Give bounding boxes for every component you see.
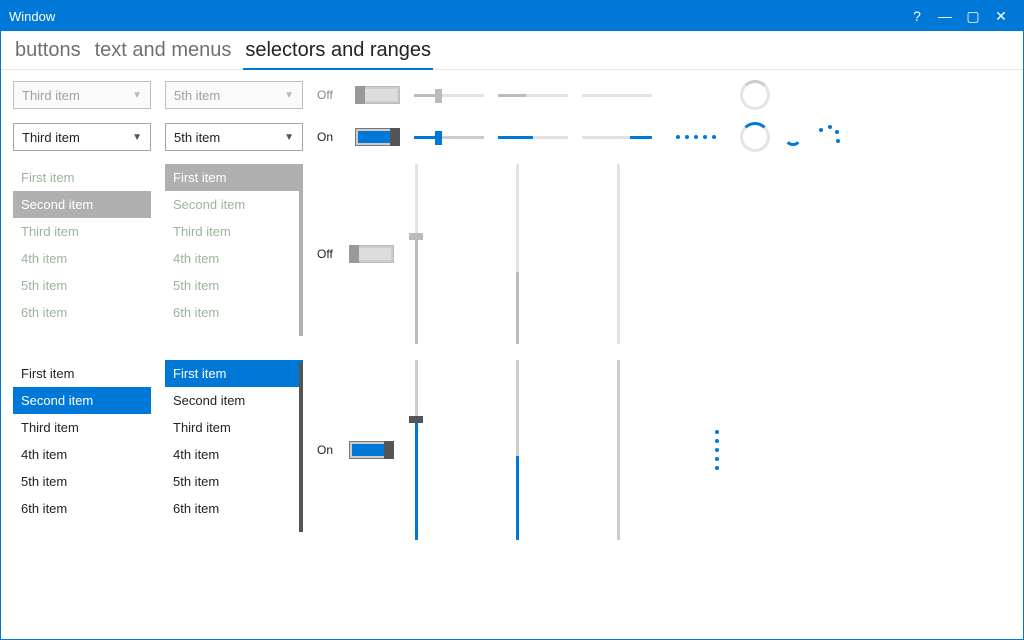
- listbox-1-disabled: First item Second item Third item 4th it…: [13, 164, 151, 338]
- slider-v-disabled-3: [610, 164, 626, 344]
- list-item[interactable]: 4th item: [13, 441, 151, 468]
- list-item[interactable]: Second item: [165, 387, 303, 414]
- list-item[interactable]: 4th item: [165, 441, 303, 468]
- list-item: First item: [165, 164, 303, 191]
- chevron-down-icon: ▼: [284, 132, 294, 143]
- toggle-on-block: On: [317, 360, 394, 540]
- minimize-icon[interactable]: —: [931, 8, 959, 24]
- indeterminate-dots: [666, 135, 726, 139]
- content-area: Third item ▼ 5th item ▼ Off Third item ▼: [1, 70, 1023, 550]
- disabled-controls-row: Third item ▼ 5th item ▼ Off: [13, 80, 1011, 110]
- list-item: 5th item: [13, 272, 151, 299]
- toggle-off-block: Off: [317, 164, 394, 344]
- slider-v-1[interactable]: [408, 360, 424, 540]
- vslider-enabled-group: [408, 360, 723, 540]
- maximize-icon[interactable]: ▢: [959, 8, 987, 25]
- toggle-on[interactable]: [355, 128, 400, 146]
- list-item: 6th item: [165, 299, 303, 326]
- tab-bar: buttons text and menus selectors and ran…: [1, 31, 1023, 70]
- progress-ring-arc: [784, 128, 802, 146]
- combo-1[interactable]: Third item ▼: [13, 123, 151, 151]
- progress-ring: [740, 122, 770, 152]
- toggle-disabled-2: [349, 245, 394, 263]
- list-item: 4th item: [165, 245, 303, 272]
- list-item[interactable]: Second item: [13, 387, 151, 414]
- toggle-label-off: Off: [317, 88, 341, 102]
- combo-2[interactable]: 5th item ▼: [165, 123, 303, 151]
- slider-h[interactable]: [414, 129, 484, 145]
- list-item[interactable]: 5th item: [13, 468, 151, 495]
- slider-v-disabled-1: [408, 164, 424, 344]
- list-item[interactable]: 5th item: [165, 468, 303, 495]
- chevron-down-icon: ▼: [284, 90, 294, 101]
- window-title: Window: [9, 9, 903, 24]
- toggle-on-2[interactable]: [349, 441, 394, 459]
- combo-2-value: 5th item: [174, 130, 220, 145]
- list-item[interactable]: 6th item: [13, 495, 151, 522]
- list-item: 4th item: [13, 245, 151, 272]
- toggle-label-off: Off: [317, 247, 341, 261]
- list-item: 6th item: [13, 299, 151, 326]
- chevron-down-icon: ▼: [132, 90, 142, 101]
- progress-ring-dots: [816, 125, 840, 149]
- combo-2-disabled: 5th item ▼: [165, 81, 303, 109]
- combo-1-value: Third item: [22, 130, 80, 145]
- list-item: Second item: [165, 191, 303, 218]
- enabled-controls-row: Third item ▼ 5th item ▼ On: [13, 122, 1011, 152]
- tab-text-and-menus[interactable]: text and menus: [93, 35, 234, 69]
- toggle-label-on: On: [317, 130, 341, 144]
- disabled-section: First item Second item Third item 4th it…: [13, 164, 1011, 344]
- list-item: Third item: [13, 218, 151, 245]
- vslider-disabled-group: [408, 164, 626, 344]
- list-item: First item: [13, 164, 151, 191]
- progress-2: [582, 136, 652, 139]
- listbox-1[interactable]: First item Second item Third item 4th it…: [13, 360, 151, 534]
- combo-2-value: 5th item: [174, 88, 220, 103]
- list-item: 5th item: [165, 272, 303, 299]
- close-icon[interactable]: ✕: [987, 8, 1015, 25]
- combo-1-disabled: Third item ▼: [13, 81, 151, 109]
- toggle-disabled: [355, 86, 400, 104]
- list-item[interactable]: First item: [13, 360, 151, 387]
- window-titlebar: Window ? — ▢ ✕: [1, 1, 1023, 31]
- slider-h-disabled: [414, 87, 484, 103]
- enabled-section: First item Second item Third item 4th it…: [13, 360, 1011, 540]
- listbox-2-disabled: First item Second item Third item 4th it…: [165, 164, 303, 338]
- progress-disabled-2: [582, 94, 652, 97]
- progress-disabled-1: [498, 94, 568, 97]
- toggle-label-on: On: [317, 443, 341, 457]
- list-item[interactable]: Third item: [165, 414, 303, 441]
- chevron-down-icon: ▼: [132, 132, 142, 143]
- progress-1: [498, 136, 568, 139]
- list-item: Third item: [165, 218, 303, 245]
- list-item[interactable]: First item: [165, 360, 303, 387]
- slider-v-disabled-2: [509, 164, 525, 344]
- tab-buttons[interactable]: buttons: [13, 35, 83, 69]
- listbox-2[interactable]: First item Second item Third item 4th it…: [165, 360, 303, 534]
- list-item[interactable]: Third item: [13, 414, 151, 441]
- help-icon[interactable]: ?: [903, 8, 931, 24]
- combo-1-value: Third item: [22, 88, 80, 103]
- list-item: Second item: [13, 191, 151, 218]
- list-item[interactable]: 6th item: [165, 495, 303, 522]
- slider-v-2: [509, 360, 525, 540]
- slider-v-3: [610, 360, 626, 540]
- vertical-indeterminate-dots: [711, 360, 723, 540]
- tab-selectors-and-ranges[interactable]: selectors and ranges: [243, 35, 433, 70]
- progress-ring-disabled: [740, 80, 770, 110]
